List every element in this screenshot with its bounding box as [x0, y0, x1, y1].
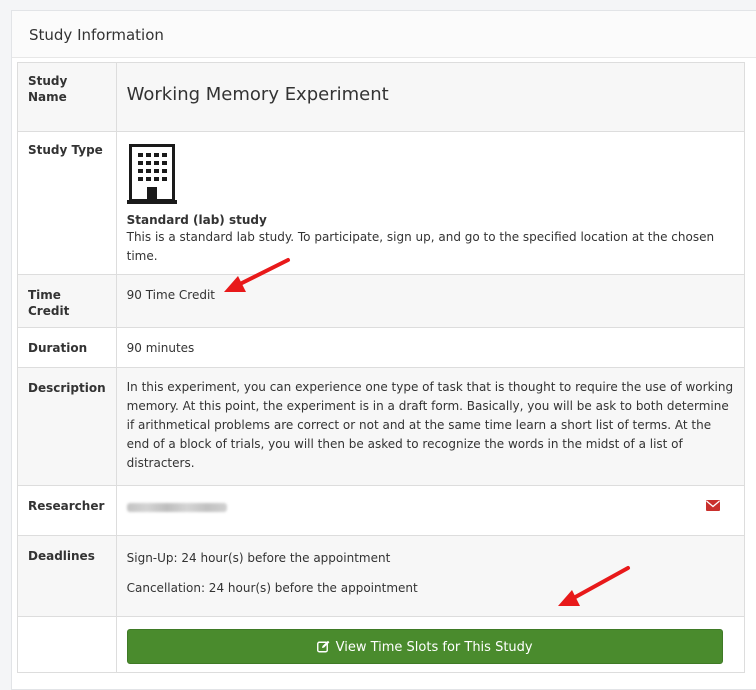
deadlines-label: Deadlines	[17, 535, 117, 617]
annotation-arrow	[558, 566, 630, 606]
row-study-type: Study Type Standard (lab) study This is …	[17, 131, 746, 275]
duration-value: 90 minutes	[115, 327, 746, 368]
time-credit-value: 90 Time Credit	[115, 274, 746, 328]
panel-title: Study Information	[12, 11, 756, 58]
envelope-icon[interactable]	[706, 500, 720, 511]
row-researcher: Researcher	[17, 485, 746, 536]
row-study-name: Study Name Working Memory Experiment	[17, 62, 746, 132]
description-value: In this experiment, you can experience o…	[115, 367, 746, 486]
study-type-label: Study Type	[17, 131, 117, 275]
study-type-description: This is a standard lab study. To partici…	[126, 230, 715, 263]
view-time-slots-button[interactable]: View Time Slots for This Study	[126, 629, 723, 664]
building-icon	[126, 144, 177, 204]
study-name-value: Working Memory Experiment	[126, 84, 389, 105]
row-time-credit: Time Credit 90 Time Credit	[17, 274, 746, 328]
row-actions: View Time Slots for This Study	[17, 616, 746, 673]
study-type-title: Standard (lab) study	[126, 213, 267, 227]
row-description: Description In this experiment, you can …	[17, 367, 746, 486]
view-time-slots-label: View Time Slots for This Study	[335, 640, 533, 655]
description-label: Description	[17, 367, 117, 486]
researcher-name-redacted	[126, 503, 227, 512]
signup-deadline: Sign-Up: 24 hour(s) before the appointme…	[126, 551, 391, 565]
study-info-table: Study Name Working Memory Experiment Stu…	[17, 62, 746, 673]
researcher-label: Researcher	[17, 485, 117, 536]
cancellation-deadline: Cancellation: 24 hour(s) before the appo…	[126, 581, 418, 595]
duration-label: Duration	[17, 327, 117, 368]
annotation-arrow	[224, 258, 290, 292]
study-name-label: Study Name	[17, 62, 117, 132]
time-credit-label: Time Credit	[17, 274, 117, 328]
edit-icon	[316, 640, 330, 653]
row-duration: Duration 90 minutes	[17, 327, 746, 368]
row-deadlines: Deadlines Sign-Up: 24 hour(s) before the…	[17, 535, 746, 617]
